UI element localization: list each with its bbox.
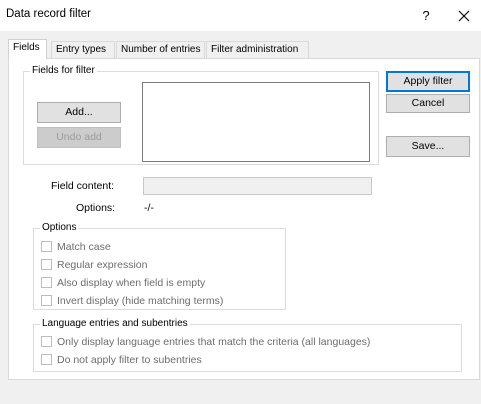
checkbox-label: Invert display (hide matching terms)	[57, 295, 224, 307]
match-case-checkbox[interactable]: Match case	[41, 241, 111, 255]
fields-for-filter-group: Fields for filter Add... Undo add	[23, 65, 379, 165]
window-title: Data record filter	[6, 8, 92, 20]
field-content-label: Field content:	[51, 180, 115, 192]
options-label: Options:	[76, 202, 116, 214]
checkbox-box	[41, 295, 52, 306]
checkbox-label: Regular expression	[57, 259, 148, 271]
tab-filter-administration[interactable]: Filter administration	[206, 41, 309, 58]
undo-add-button: Undo add	[37, 127, 121, 148]
options-group-label: Options	[40, 222, 79, 233]
close-button[interactable]	[452, 5, 476, 27]
only-matching-languages-checkbox[interactable]: Only display language entries that match…	[41, 336, 370, 350]
status-bar	[0, 386, 481, 404]
help-button[interactable]: ?	[416, 6, 436, 26]
fields-for-filter-label: Fields for filter	[30, 65, 97, 76]
add-button[interactable]: Add...	[37, 102, 121, 123]
language-entries-label: Language entries and subentries	[40, 318, 190, 329]
tab-entry-types[interactable]: Entry types	[51, 41, 115, 58]
regular-expression-checkbox[interactable]: Regular expression	[41, 259, 147, 273]
no-filter-subentries-checkbox[interactable]: Do not apply filter to subentries	[41, 354, 202, 368]
checkbox-box	[41, 277, 52, 288]
tab-number-of-entries[interactable]: Number of entries	[116, 41, 205, 58]
checkbox-box	[41, 354, 52, 365]
checkbox-label: Only display language entries that match…	[57, 336, 371, 348]
selected-fields-list[interactable]	[142, 82, 370, 162]
options-value: -/-	[144, 202, 154, 214]
checkbox-label: Match case	[57, 241, 111, 253]
checkbox-box	[41, 336, 52, 347]
field-content-input	[143, 177, 372, 195]
invert-display-checkbox[interactable]: Invert display (hide matching terms)	[41, 295, 223, 309]
apply-filter-button[interactable]: Apply filter	[386, 71, 470, 92]
checkbox-label: Also display when field is empty	[57, 277, 206, 289]
language-entries-group: Language entries and subentries Only dis…	[33, 318, 462, 372]
checkbox-box	[41, 259, 52, 270]
options-group: Options Match case Regular expression Al…	[33, 222, 286, 310]
close-icon	[458, 10, 470, 22]
save-button[interactable]: Save...	[386, 136, 470, 157]
tab-fields[interactable]: Fields	[8, 39, 47, 59]
checkbox-label: Do not apply filter to subentries	[57, 354, 202, 366]
title-bar: Data record filter ?	[0, 0, 481, 31]
display-when-empty-checkbox[interactable]: Also display when field is empty	[41, 277, 205, 291]
cancel-button[interactable]: Cancel	[386, 94, 470, 113]
tab-panel-fields: Fields for filter Add... Undo add Apply …	[8, 58, 480, 380]
checkbox-box	[41, 241, 52, 252]
